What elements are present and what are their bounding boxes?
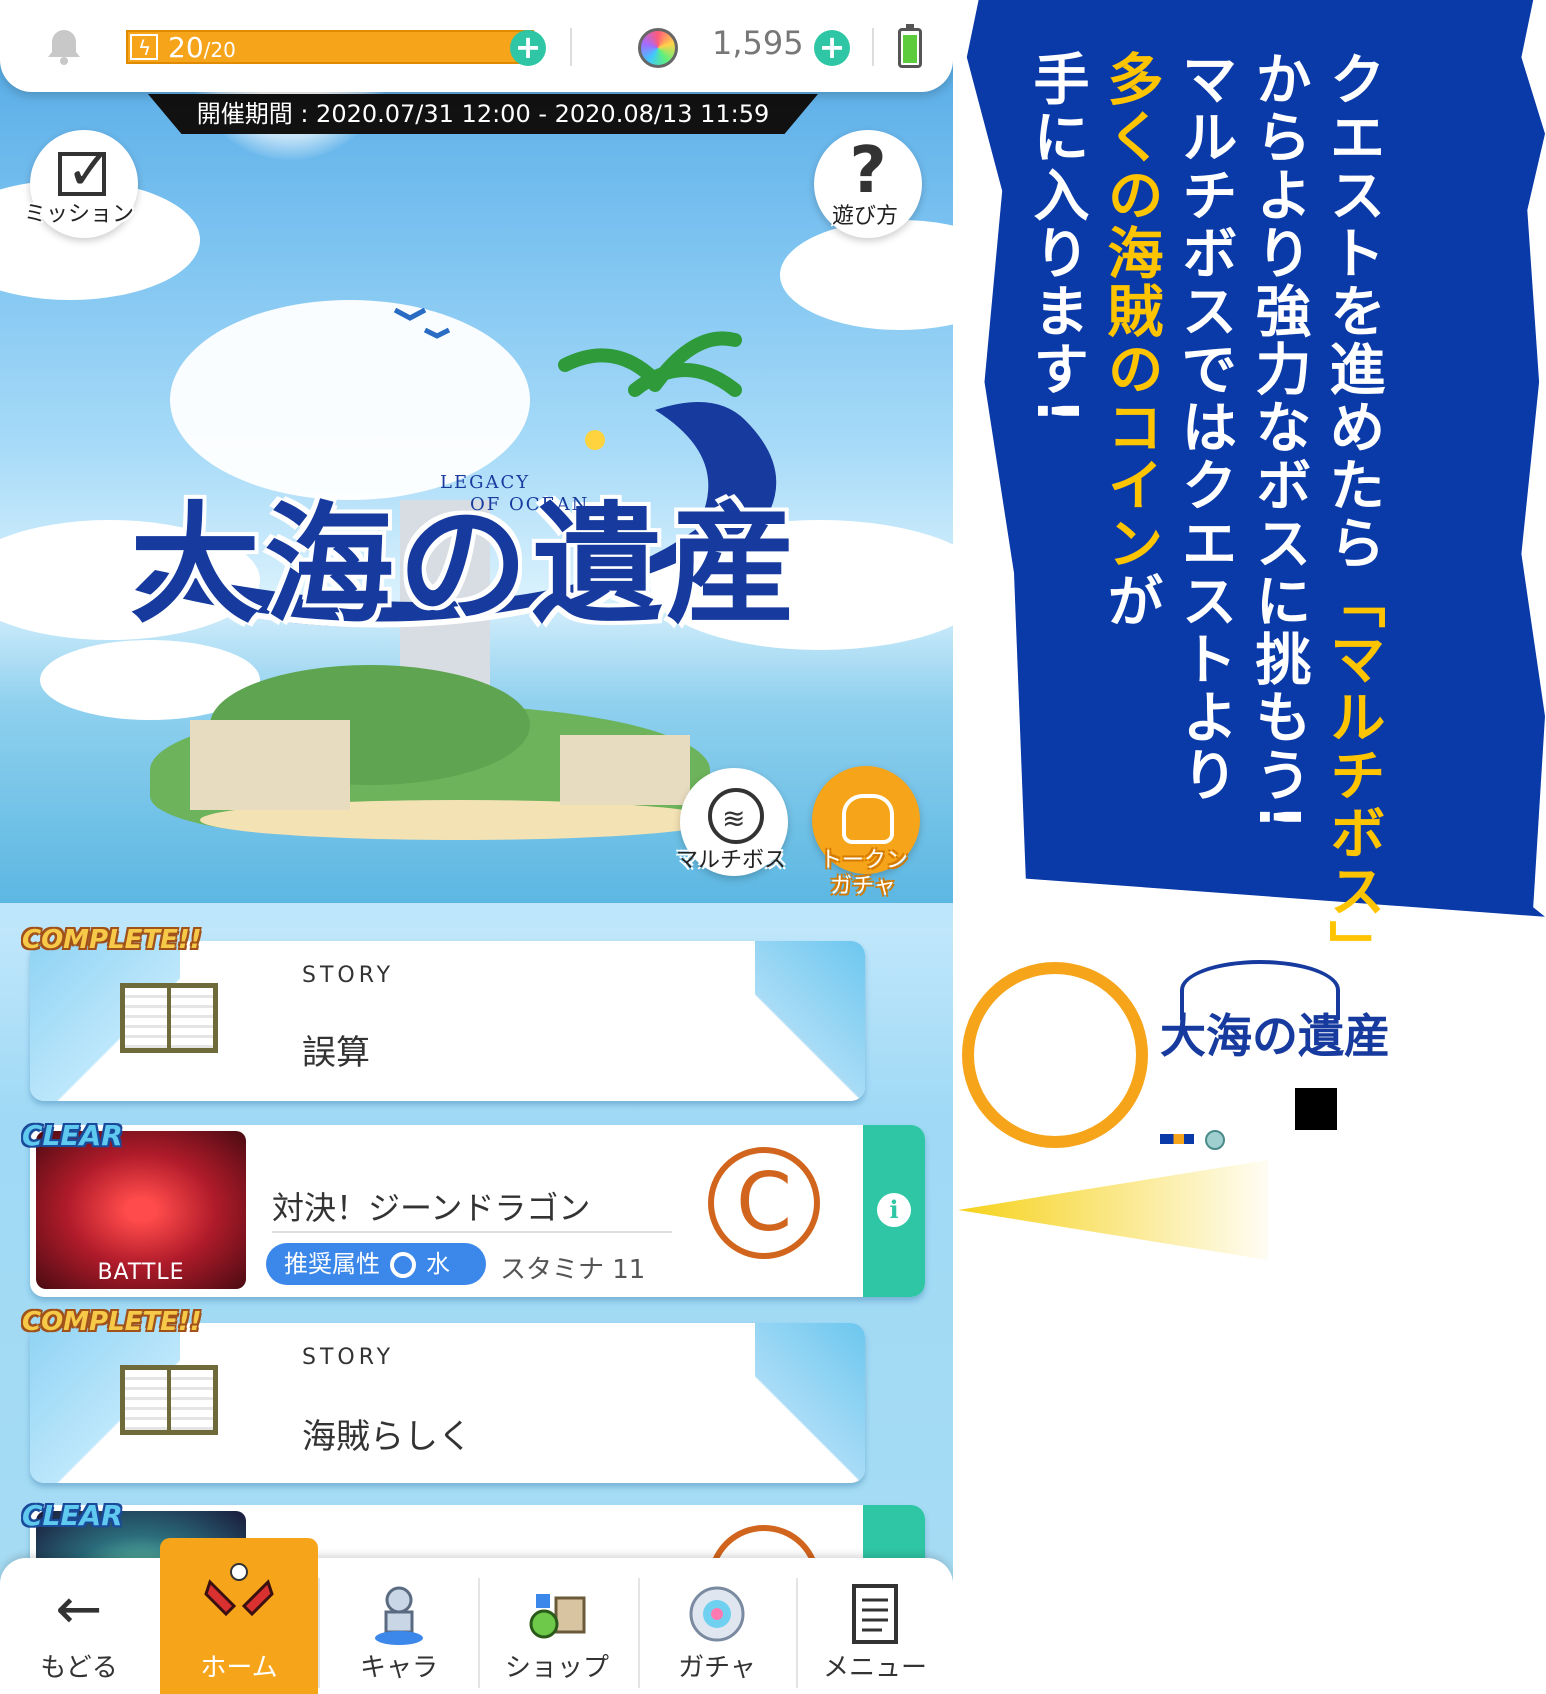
back-arrow-icon: ← <box>55 1577 103 1642</box>
screen: 大海の遺産 LEGACY OF OCEAN ミッション ? 遊び方 マルチボス … <box>0 0 1546 1694</box>
gem-icon <box>638 28 678 68</box>
stamina-bar: ϟ 20/20 <box>126 30 534 64</box>
complete-badge: COMPLETE!! <box>22 1307 202 1337</box>
divider <box>570 28 572 66</box>
promo-text-line1: クエストを進めたら「マルチボス」 <box>1320 50 1385 978</box>
divider <box>272 1231 672 1233</box>
promo-text-line5: 手に入ります! <box>1024 50 1089 426</box>
book-icon <box>120 1365 218 1435</box>
shop-icon <box>529 1594 586 1639</box>
howto-label: 遊び方 <box>832 204 899 229</box>
nav-label: キャラ <box>359 1653 438 1683</box>
ruins <box>190 720 350 810</box>
clear-badge: CLEAR <box>22 1499 123 1532</box>
stamina-cost: スタミナ 11 <box>500 1255 646 1285</box>
highlight-ring <box>962 962 1148 1148</box>
info-icon: i <box>877 1193 911 1227</box>
lightning-icon: ϟ <box>130 34 158 60</box>
character-icon <box>375 1586 423 1645</box>
quest-title: 誤算 <box>302 1033 370 1073</box>
complete-badge: COMPLETE!! <box>22 925 202 955</box>
ruins <box>560 735 690 805</box>
card-decoration <box>755 1323 865 1483</box>
nav-label: ホーム <box>200 1653 278 1683</box>
gacha-icon <box>689 1586 745 1642</box>
event-logo-subtitle: LEGACY <box>440 472 531 493</box>
bell-icon[interactable] <box>44 26 84 66</box>
nav-label: ガチャ <box>678 1653 756 1683</box>
add-gem-button[interactable]: + <box>814 30 850 66</box>
event-period: 開催期間 : 2020.07/31 12:00 - 2020.08/13 11:… <box>148 94 818 134</box>
menu-icon <box>852 1584 898 1644</box>
quest-list[interactable]: COMPLETE!! STORY 誤算 CLEAR BATTLE 対決！ジーンド… <box>0 903 953 1677</box>
mini-event-logo: 大海の遺産 <box>1160 960 1400 1072</box>
card-decoration <box>755 941 865 1101</box>
battle-quest-card[interactable]: BATTLE 対決！ジーンドラゴン 推奨属性水 スタミナ 11 C i <box>30 1125 925 1297</box>
event-banner-scene: 大海の遺産 LEGACY OF OCEAN ミッション ? 遊び方 マルチボス … <box>0 0 953 903</box>
promo-text-line3: マルチボスではクエストより <box>1172 50 1237 804</box>
nav-gacha[interactable]: ガチャ <box>638 1558 796 1694</box>
promo-text-line4: 多くの海賊のコインが <box>1098 50 1163 630</box>
book-icon <box>120 983 218 1053</box>
black-square <box>1295 1088 1337 1130</box>
nav-back[interactable]: ← もどる <box>0 1558 158 1694</box>
water-ring-icon <box>390 1252 416 1278</box>
quest-type: STORY <box>302 1345 395 1370</box>
mini-logo-title: 大海の遺産 <box>1160 1009 1390 1063</box>
gem-count: 1,595 <box>712 24 804 62</box>
add-stamina-button[interactable]: + <box>510 30 546 66</box>
nav-label: ショップ <box>504 1653 609 1683</box>
dragon-thumbnail: BATTLE <box>36 1131 246 1289</box>
status-bar: ϟ 20/20 + 1,595 + <box>0 0 953 92</box>
stamina-value: 20/20 <box>168 31 236 64</box>
pointer-beam <box>958 1160 1268 1260</box>
quest-type: STORY <box>302 963 395 988</box>
tiny-coin-icon <box>1205 1130 1225 1150</box>
rank-badge: C <box>708 1147 820 1259</box>
nav-shop[interactable]: ショップ <box>478 1558 636 1694</box>
nav-label: メニュー <box>822 1653 927 1683</box>
home-icon <box>204 1563 274 1617</box>
token-bag-icon <box>842 794 894 844</box>
token-gacha-label: ガチャ <box>830 874 896 899</box>
battery-icon <box>898 24 922 68</box>
tiny-bar <box>1160 1134 1194 1144</box>
mission-label: ミッション <box>24 202 135 227</box>
clear-badge: CLEAR <box>22 1119 123 1152</box>
quest-title: 海賊らしく <box>302 1417 472 1457</box>
nav-label: もどる <box>40 1653 118 1683</box>
bottom-nav: ← もどる ホーム キャラ ショップ ガチャ メニュー <box>0 1538 953 1694</box>
game-screen: 大海の遺産 LEGACY OF OCEAN ミッション ? 遊び方 マルチボス … <box>0 0 953 1694</box>
event-logo-subtitle: OF OCEAN <box>470 494 590 515</box>
quest-card[interactable]: STORY 誤算 <box>30 941 865 1101</box>
nav-home[interactable]: ホーム <box>160 1538 318 1694</box>
multiboss-label: マルチボス <box>676 848 787 873</box>
divider <box>872 28 874 66</box>
quest-title: 対決！ジーンドラゴン <box>272 1189 591 1227</box>
info-button[interactable]: i <box>863 1125 925 1297</box>
checkbox-icon <box>58 138 113 203</box>
promo-text-line2: からより強力なボスに挑もう! <box>1246 50 1311 832</box>
nav-menu[interactable]: メニュー <box>796 1558 953 1694</box>
recommended-attribute: 推奨属性水 <box>266 1243 486 1285</box>
monster-icon <box>708 788 764 844</box>
quest-card[interactable]: STORY 海賊らしく <box>30 1323 865 1483</box>
nav-character[interactable]: キャラ <box>320 1558 478 1694</box>
question-icon: ? <box>849 134 887 208</box>
